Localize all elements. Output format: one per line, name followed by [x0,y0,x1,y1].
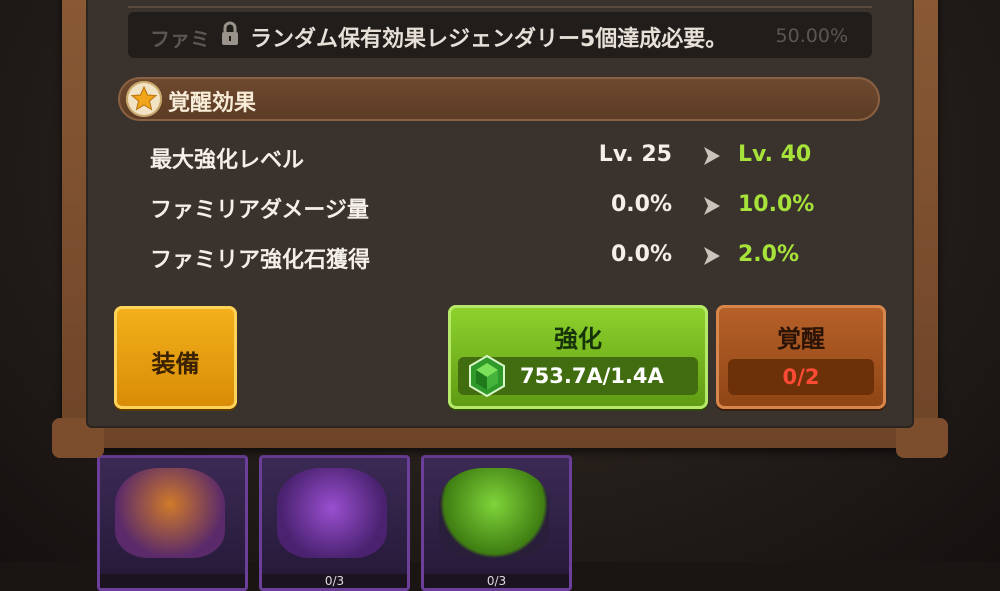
stat-next-value: 10.0% [738,192,815,217]
section-title: 覚醒効果 [168,91,257,116]
lock-message: ランダム保有効果レジェンダリー5個達成必要。 [250,27,728,52]
equip-button-label: 装備 [151,350,200,378]
locked-effect-bar: ファミ 50.00% ランダム保有効果レジェンダリー5個達成必要。 [128,12,872,58]
arrow-right-icon [704,247,720,265]
familiar-portrait [277,468,387,558]
upgrade-button-label: 強化 [554,325,602,353]
upgrade-cost-bar: 753.7A/1.4A [458,354,698,398]
background-familiar-cards: 0/3 0/3 [0,440,1000,591]
locked-effect-label: ファミ [150,27,210,51]
stat-label: ファミリアダメージ量 [150,198,369,223]
upgrade-button[interactable]: 強化 753.7A/1.4A [448,305,708,409]
card-count [100,574,245,588]
familiar-portrait [115,468,225,558]
stat-current-value: Lv. 25 [598,142,672,167]
stat-row-familiar-damage: ファミリアダメージ量 0.0% 10.0% [150,190,850,224]
card-count: 0/3 [262,574,407,588]
stat-current-value: 0.0% [610,192,672,217]
stat-next-value: Lv. 40 [738,142,812,167]
awakening-effect-header: 覚醒効果 [118,77,880,121]
stat-current-value: 0.0% [610,242,672,267]
arrow-right-icon [704,197,720,215]
equip-button[interactable]: 装備 [114,306,237,409]
locked-effect-value: 50.00% [775,25,848,47]
lock-icon [222,21,238,45]
familiar-card[interactable]: 0/3 [259,455,410,591]
familiar-card[interactable] [97,455,248,591]
awaken-button[interactable]: 覚醒 0/2 [716,305,886,409]
upgrade-cost-text: 753.7A/1.4A [520,364,664,388]
familiar-portrait [439,468,549,558]
stat-next-value: 2.0% [738,242,800,267]
arrow-right-icon [704,147,720,165]
stat-row-enhance-stone: ファミリア強化石獲得 0.0% 2.0% [150,240,850,274]
card-count: 0/3 [424,574,569,588]
green-gem-icon [469,354,505,398]
stat-label: 最大強化レベル [150,148,305,173]
awaken-count-bar: 0/2 [728,359,874,395]
star-icon [126,81,162,117]
divider [128,0,872,8]
awaken-button-label: 覚醒 [777,325,825,353]
stat-label: ファミリア強化石獲得 [150,248,371,273]
awaken-count-text: 0/2 [782,365,820,389]
stat-row-max-level: 最大強化レベル Lv. 25 Lv. 40 [150,140,850,174]
familiar-card[interactable]: 0/3 [421,455,572,591]
